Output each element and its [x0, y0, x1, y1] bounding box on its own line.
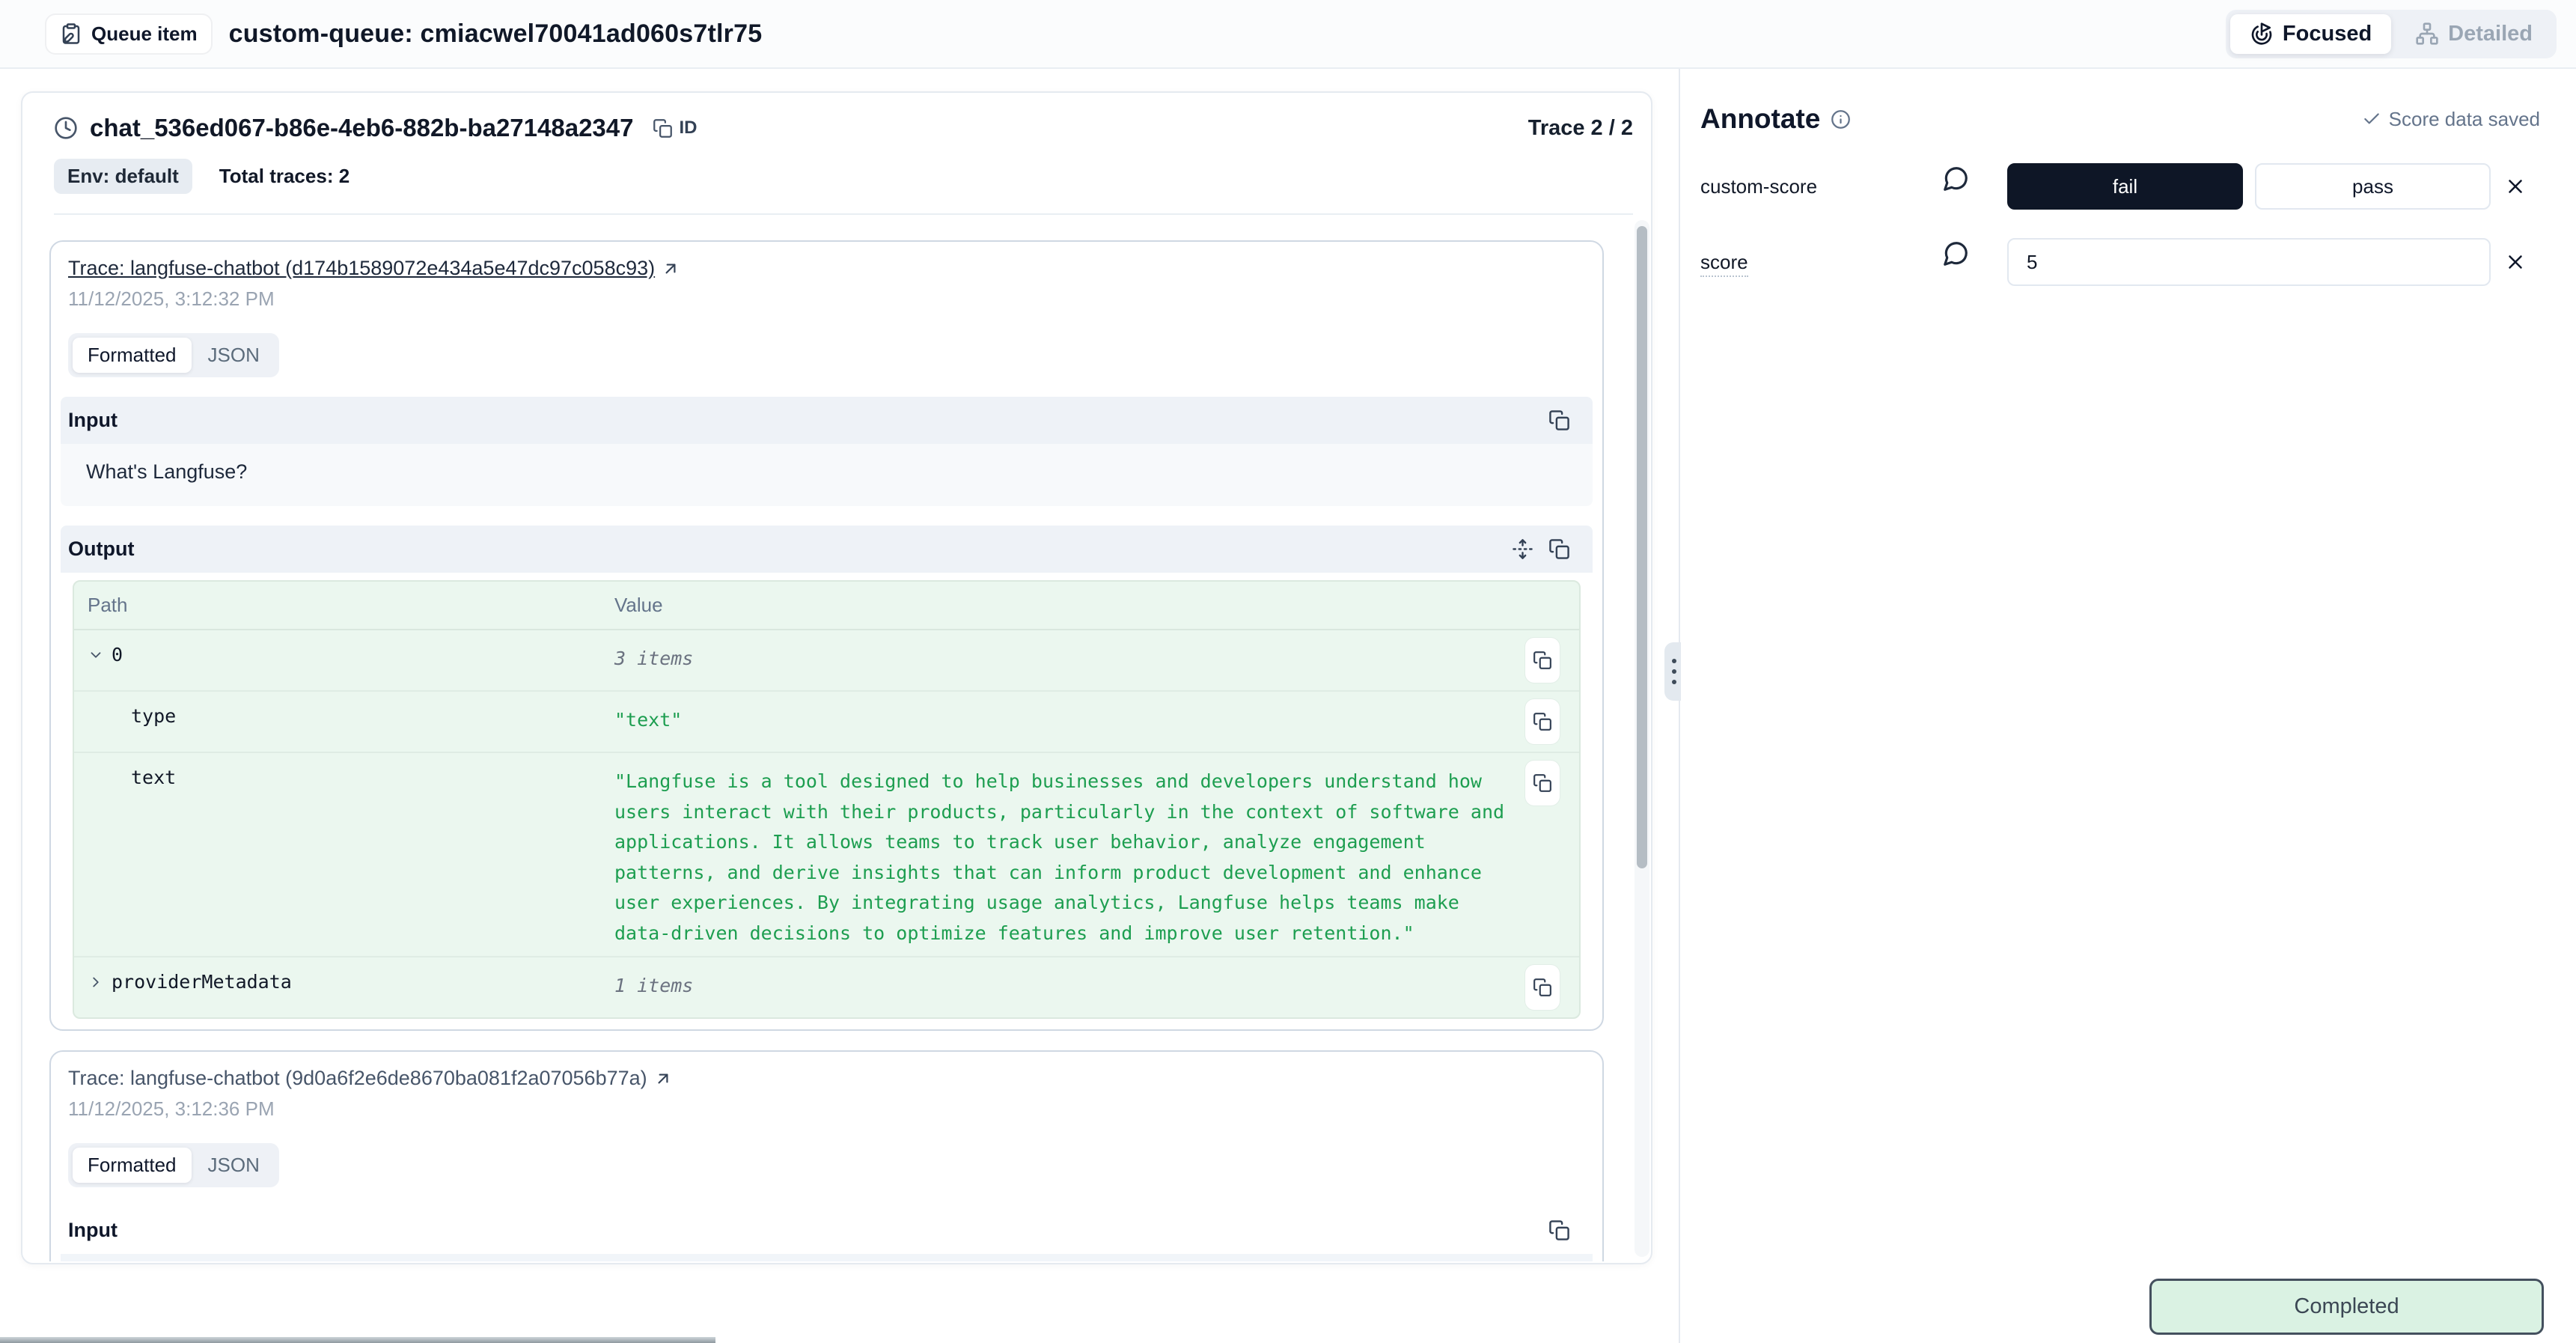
detailed-view-button[interactable]: Detailed	[2396, 14, 2552, 54]
score-row-score: score	[1700, 238, 2540, 286]
score-row-custom-score: custom-score fail pass	[1700, 163, 2540, 210]
id-label: ID	[679, 118, 697, 138]
table-row: providerMetadata 1 items	[74, 957, 1579, 1017]
tab-json[interactable]: JSON	[193, 1148, 275, 1183]
row-value: 3 items	[614, 638, 1525, 674]
copy-icon	[1533, 978, 1552, 997]
tab-formatted[interactable]: Formatted	[73, 338, 192, 373]
row-path: providerMetadata	[112, 971, 292, 993]
copy-row-button[interactable]	[1525, 965, 1560, 1010]
row-value: "Langfuse is a tool designed to help bus…	[614, 761, 1525, 948]
info-icon[interactable]	[1831, 109, 1851, 130]
score-option-pass[interactable]: pass	[2255, 163, 2491, 210]
trace-2-link[interactable]: Trace: langfuse-chatbot (9d0a6f2e6de8670…	[68, 1067, 647, 1090]
bottom-edge-scrollbar	[0, 1337, 715, 1343]
trace-card-2: Trace: langfuse-chatbot (9d0a6f2e6de8670…	[49, 1050, 1604, 1261]
score-option-fail[interactable]: fail	[2007, 163, 2243, 210]
trace-1-output-section: Output Path Value 0 3 items	[61, 526, 1593, 1019]
comment-bubble-icon[interactable]	[1941, 240, 2007, 268]
annotate-panel: Annotate Score data saved custom-score f…	[1681, 69, 2576, 1265]
trace-counter: Trace 2 / 2	[1528, 116, 1633, 141]
trace-1-input-text: What's Langfuse?	[61, 444, 1593, 506]
close-icon	[2504, 175, 2527, 198]
copy-icon[interactable]	[1548, 538, 1570, 560]
output-label: Output	[68, 537, 134, 561]
view-mode-toggle: Focused Detailed	[2226, 10, 2557, 58]
row-path: type	[131, 705, 176, 727]
focused-view-button[interactable]: Focused	[2230, 14, 2391, 54]
row-path: text	[131, 767, 176, 788]
remove-score-button[interactable]	[2504, 175, 2527, 198]
copy-row-button[interactable]	[1525, 761, 1560, 806]
check-icon	[2362, 109, 2381, 129]
copy-icon	[653, 118, 673, 138]
trace-1-timestamp: 11/12/2025, 3:12:32 PM	[68, 287, 1593, 311]
panel-divider	[1679, 69, 1680, 1343]
score-name-label: custom-score	[1700, 175, 1941, 198]
queue-item-label: Queue item	[91, 22, 198, 46]
trace-2-timestamp: 11/12/2025, 3:12:36 PM	[68, 1097, 1593, 1121]
remove-score-button[interactable]	[2504, 251, 2527, 273]
traces-scroll-area: Trace: langfuse-chatbot (d174b1589072e43…	[22, 215, 1651, 1261]
trace-1-link[interactable]: Trace: langfuse-chatbot (d174b1589072e43…	[68, 257, 655, 280]
completed-button[interactable]: Completed	[2149, 1279, 2544, 1335]
annotate-title: Annotate	[1700, 103, 1820, 135]
row-value: 1 items	[614, 965, 1525, 1002]
scrollbar-thumb[interactable]	[1637, 226, 1647, 868]
tree-icon	[2415, 22, 2439, 46]
trace-1-format-tabs: Formatted JSON	[68, 333, 279, 377]
table-row: text "Langfuse is a tool designed to hel…	[74, 753, 1579, 957]
save-status-label: Score data saved	[2389, 108, 2540, 131]
copy-icon[interactable]	[1548, 1219, 1570, 1241]
value-column-header: Value	[614, 594, 1567, 617]
score-value-input[interactable]	[2007, 238, 2491, 286]
clock-icon	[54, 116, 78, 140]
trace-2-input-section: Input How to get user feedback in my tra…	[61, 1207, 1593, 1261]
copy-icon	[1533, 651, 1552, 670]
queue-item-card-header: chat_536ed067-b86e-4eb6-882b-ba27148a234…	[22, 93, 1651, 215]
copy-icon	[1533, 773, 1552, 793]
copy-row-button[interactable]	[1525, 638, 1560, 683]
trace-2-format-tabs: Formatted JSON	[68, 1143, 279, 1187]
detailed-label: Detailed	[2448, 22, 2533, 46]
queue-item-badge: Queue item	[46, 15, 211, 53]
top-bar: Queue item custom-queue: cmiacwel70041ad…	[0, 0, 2576, 69]
chevron-down-icon[interactable]	[88, 647, 104, 663]
trace-card-1: Trace: langfuse-chatbot (d174b1589072e43…	[49, 240, 1604, 1031]
input-label: Input	[68, 409, 117, 432]
path-column-header: Path	[88, 594, 614, 617]
vertical-scrollbar[interactable]	[1635, 220, 1649, 1257]
score-name-label: score	[1700, 251, 1748, 277]
output-json-table: Path Value 0 3 items type "text"	[73, 580, 1581, 1019]
trace-2-input-text: How to get user feedback in my traces?	[61, 1254, 1593, 1261]
copy-icon[interactable]	[1548, 409, 1570, 431]
chevron-right-icon[interactable]	[88, 974, 104, 990]
tab-json[interactable]: JSON	[193, 338, 275, 373]
tab-formatted[interactable]: Formatted	[73, 1148, 192, 1183]
expand-vertical-icon[interactable]	[1512, 538, 1533, 560]
total-traces-label: Total traces: 2	[219, 165, 350, 188]
focused-label: Focused	[2283, 22, 2372, 46]
table-row: type "text"	[74, 692, 1579, 753]
chat-session-title: chat_536ed067-b86e-4eb6-882b-ba27148a234…	[90, 114, 633, 142]
annotation-queue-page: Queue item custom-queue: cmiacwel70041ad…	[0, 0, 2576, 1343]
external-link-icon	[653, 1069, 673, 1088]
external-link-icon	[661, 259, 680, 278]
copy-icon	[1533, 712, 1552, 731]
table-row: 0 3 items	[74, 630, 1579, 692]
env-badge: Env: default	[54, 159, 192, 194]
row-path: 0	[112, 644, 123, 666]
copy-id-button[interactable]: ID	[653, 118, 697, 138]
clipboard-pen-icon	[60, 22, 82, 45]
trace-1-input-section: Input What's Langfuse?	[61, 397, 1593, 506]
save-status: Score data saved	[2362, 108, 2540, 131]
queue-item-card: chat_536ed067-b86e-4eb6-882b-ba27148a234…	[21, 91, 1652, 1264]
row-value: "text"	[614, 699, 1525, 736]
page-title: custom-queue: cmiacwel70041ad060s7tlr75	[229, 19, 763, 49]
comment-bubble-icon[interactable]	[1941, 165, 2007, 193]
goal-icon	[2250, 22, 2274, 46]
close-icon	[2504, 251, 2527, 273]
copy-row-button[interactable]	[1525, 699, 1560, 744]
input-label: Input	[68, 1219, 117, 1242]
